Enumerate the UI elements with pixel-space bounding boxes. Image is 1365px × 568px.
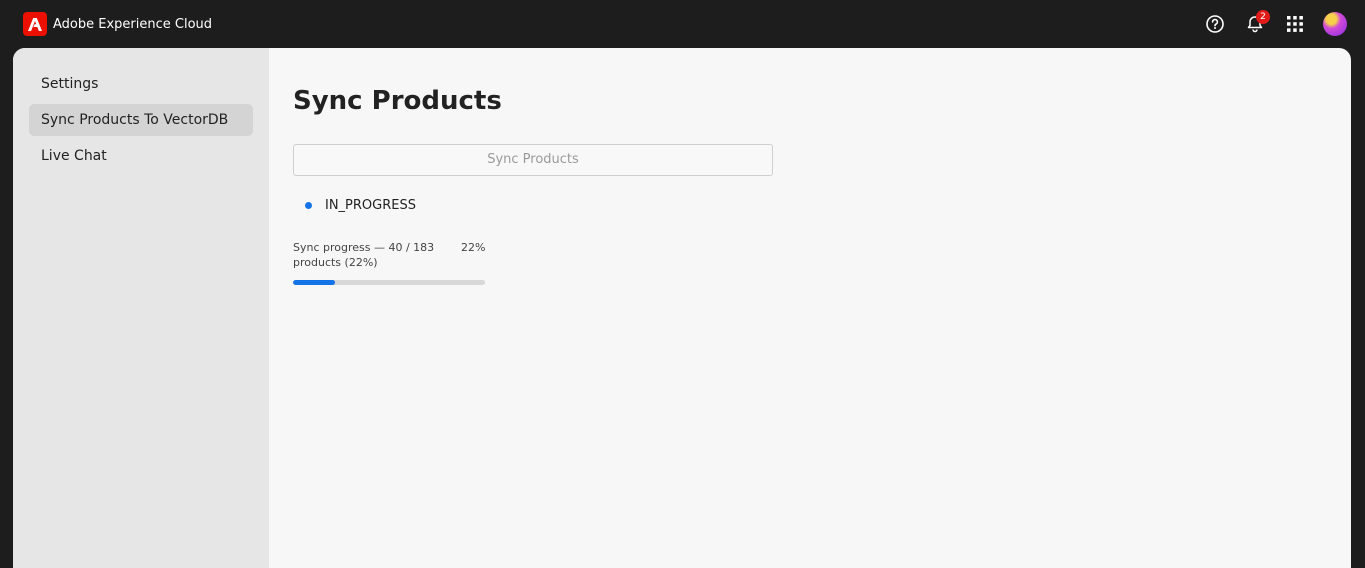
progress-label: Sync progress — 40 / 183 products (22%) <box>293 241 435 269</box>
top-bar: Adobe Experience Cloud 2 <box>0 0 1365 48</box>
sidebar-item-settings[interactable]: Settings <box>29 68 253 100</box>
sync-products-button[interactable]: Sync Products <box>293 144 773 176</box>
avatar <box>1323 12 1347 36</box>
user-avatar[interactable] <box>1321 10 1349 38</box>
apps-grid-icon[interactable] <box>1281 10 1309 38</box>
adobe-logo-icon <box>23 12 47 36</box>
status-indicator: IN_PROGRESS <box>305 198 416 213</box>
status-dot <box>305 202 312 209</box>
brand-name: Adobe Experience Cloud <box>53 16 213 32</box>
app-shell: Settings Sync Products To VectorDB Live … <box>13 48 1351 568</box>
bell-icon[interactable]: 2 <box>1241 10 1270 38</box>
status-text: IN_PROGRESS <box>325 198 416 213</box>
main-content: Sync Products Sync Products IN_PROGRESS … <box>269 48 1351 568</box>
help-icon[interactable] <box>1201 10 1229 38</box>
notification-badge: 2 <box>1256 10 1270 24</box>
progress-percent: 22% <box>461 241 486 254</box>
brand[interactable]: Adobe Experience Cloud <box>23 12 212 36</box>
progress-bar-fill <box>293 280 336 285</box>
progress-bar <box>293 280 485 285</box>
sidebar: Settings Sync Products To VectorDB Live … <box>13 48 269 568</box>
top-bar-actions: 2 <box>1189 10 1349 38</box>
page-title: Sync Products <box>293 86 502 116</box>
sidebar-item-live-chat[interactable]: Live Chat <box>29 140 253 172</box>
sidebar-item-sync-products[interactable]: Sync Products To VectorDB <box>29 104 253 136</box>
